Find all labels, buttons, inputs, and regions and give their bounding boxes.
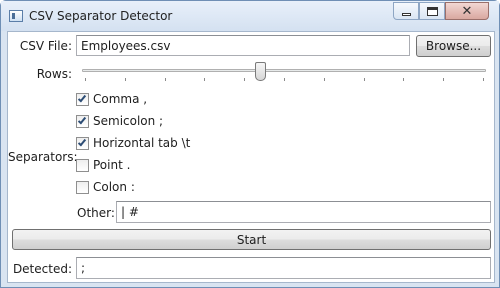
slider-tick: [204, 78, 206, 81]
app-window: CSV Separator Detector ✕ CSV File: Emplo…: [0, 0, 500, 288]
checkbox-label: Horizontal tab \t: [93, 136, 191, 150]
start-button[interactable]: Start: [12, 229, 491, 250]
slider-tick: [85, 78, 86, 81]
maximize-icon: [426, 6, 438, 16]
checkbox-comma[interactable]: [76, 92, 89, 106]
close-button[interactable]: ✕: [445, 2, 489, 20]
csv-file-input[interactable]: Employees.csv: [76, 35, 410, 56]
checkbox-label: Point .: [93, 158, 131, 172]
slider-tick: [124, 78, 126, 81]
slider-tick: [403, 78, 405, 81]
slider-tick: [164, 78, 166, 81]
detected-output: ;: [76, 257, 491, 279]
slider-tick: [284, 78, 285, 81]
checkbox-label: Semicolon ;: [93, 114, 164, 128]
slider-tick: [363, 78, 365, 81]
app-icon: [9, 10, 23, 22]
slider-tick: [483, 78, 484, 81]
checkbox-tab[interactable]: [76, 136, 89, 150]
rows-label: Rows:: [36, 67, 72, 81]
separator-colon[interactable]: Colon :: [76, 178, 135, 196]
separator-comma[interactable]: Comma ,: [76, 90, 147, 108]
check-icon: [77, 93, 87, 102]
check-icon: [77, 137, 87, 146]
checkbox-colon[interactable]: [76, 180, 89, 194]
window-title: CSV Separator Detector: [29, 9, 173, 23]
rows-slider-thumb[interactable]: [254, 62, 266, 81]
browse-button[interactable]: Browse...: [416, 35, 491, 57]
slider-tick: [323, 78, 325, 81]
separator-semicolon[interactable]: Semicolon ;: [76, 112, 163, 130]
slider-tick: [244, 78, 246, 81]
close-icon: ✕: [461, 3, 473, 19]
title-bar[interactable]: CSV Separator Detector ✕: [1, 1, 499, 31]
checkbox-semicolon[interactable]: [76, 114, 89, 128]
csv-file-label: CSV File:: [19, 39, 72, 53]
check-icon: [77, 115, 87, 124]
checkbox-label: Colon :: [93, 180, 135, 194]
separator-tab[interactable]: Horizontal tab \t: [76, 134, 190, 152]
maximize-button[interactable]: [419, 2, 445, 20]
rows-slider-track[interactable]: [82, 69, 486, 72]
slider-tick: [443, 78, 445, 81]
separators-label: Separators:: [8, 150, 78, 164]
minimize-icon: [401, 12, 411, 16]
separator-point[interactable]: Point .: [76, 156, 130, 174]
other-label: Other:: [77, 206, 115, 220]
minimize-button[interactable]: [393, 2, 419, 20]
checkbox-point[interactable]: [76, 158, 89, 172]
other-separator-input[interactable]: | #: [116, 201, 491, 223]
checkbox-label: Comma ,: [93, 92, 148, 106]
detected-label: Detected:: [12, 262, 72, 276]
main-panel: CSV File: Employees.csv Browse... Rows: …: [7, 31, 495, 283]
